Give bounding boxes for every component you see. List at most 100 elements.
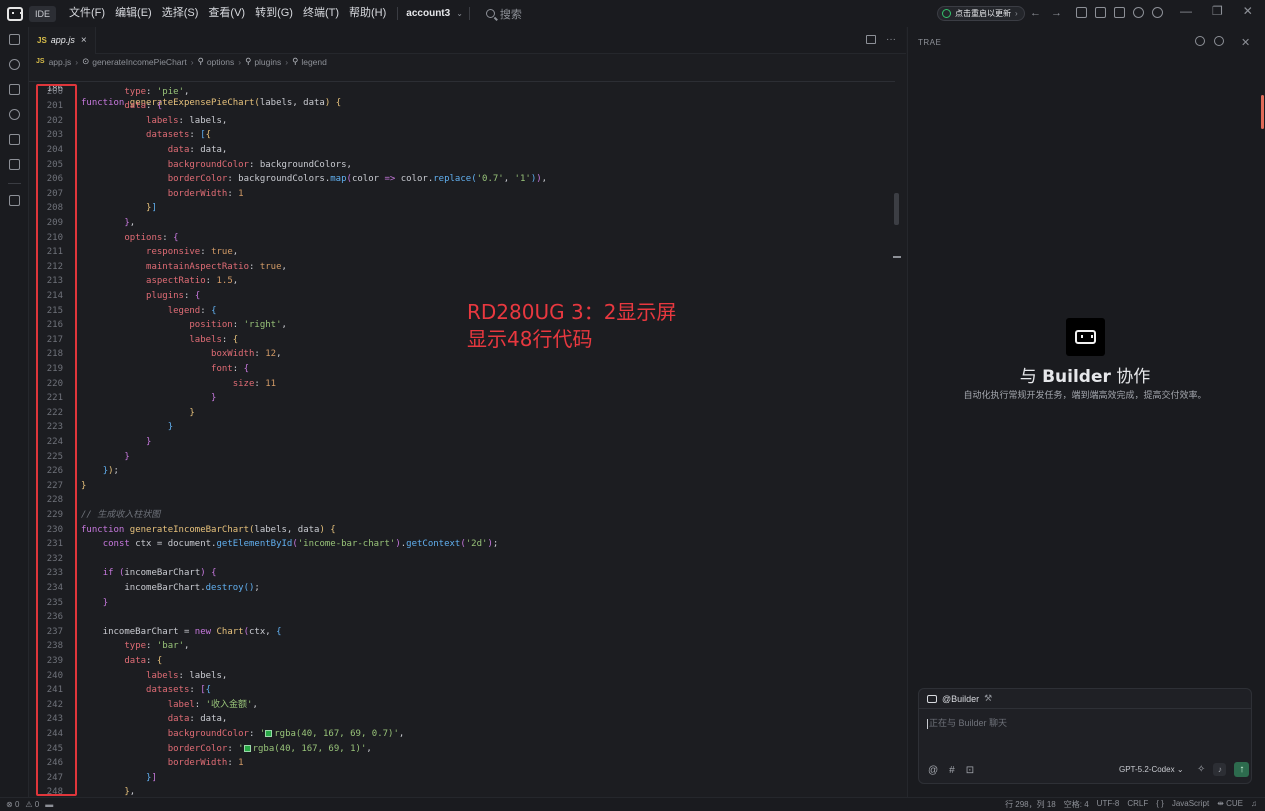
line-number: 222 bbox=[46, 407, 63, 418]
forward-arrow-icon[interactable]: → bbox=[1051, 7, 1062, 19]
menu-edit[interactable]: 编辑(E) bbox=[110, 0, 157, 27]
line-number: 201 bbox=[46, 101, 63, 112]
remote-icon[interactable] bbox=[9, 159, 20, 170]
preview-eye-icon[interactable] bbox=[9, 109, 20, 120]
source-control-icon[interactable] bbox=[9, 84, 20, 95]
color-swatch-icon[interactable] bbox=[265, 729, 273, 737]
line-number: 214 bbox=[46, 290, 63, 301]
close-panel-icon[interactable]: ✕ bbox=[1241, 36, 1250, 49]
breadcrumb-item[interactable]: plugins bbox=[254, 57, 281, 67]
code-line: legend: { bbox=[167, 305, 217, 316]
sticky-scroll-line[interactable]: 186 function generateExpensePieChart(lab… bbox=[29, 67, 895, 108]
back-arrow-icon[interactable]: ← bbox=[1030, 7, 1041, 19]
encoding[interactable]: UTF-8 bbox=[1097, 799, 1120, 810]
indentation[interactable]: 空格: 4 bbox=[1064, 799, 1089, 810]
account-icon[interactable] bbox=[1152, 7, 1163, 18]
cue-indicator[interactable]: ⇼ CUE bbox=[1217, 799, 1243, 810]
menu-view[interactable]: 查看(V) bbox=[203, 0, 250, 27]
notification-icon[interactable]: ▬ bbox=[45, 800, 53, 809]
line-number: 234 bbox=[46, 582, 63, 593]
color-swatch-icon[interactable] bbox=[243, 744, 251, 752]
language-mode[interactable]: JavaScript bbox=[1172, 799, 1209, 810]
status-bar: ⊗ 0 ⚠ 0 ▬ 行 298，列 18 空格: 4 UTF-8 CRLF { … bbox=[0, 797, 1265, 811]
line-number: 200 bbox=[46, 86, 63, 97]
ide-badge[interactable]: IDE bbox=[29, 5, 57, 22]
menu-goto[interactable]: 转到(G) bbox=[250, 0, 298, 27]
search-box[interactable]: 搜索 bbox=[485, 6, 522, 22]
code-line: borderWidth: 1 bbox=[167, 188, 244, 199]
line-number: 237 bbox=[46, 626, 63, 637]
code-line: } bbox=[146, 436, 152, 447]
line-number: 247 bbox=[46, 772, 63, 783]
bell-icon[interactable]: ♫ bbox=[1251, 799, 1257, 810]
minimize-icon[interactable]: — bbox=[1180, 4, 1192, 18]
activity-bar bbox=[0, 27, 28, 797]
code-line: labels: labels, bbox=[146, 115, 228, 126]
image-upload-icon[interactable]: ⊡ bbox=[966, 765, 974, 776]
line-number: 219 bbox=[46, 363, 63, 374]
debug-icon[interactable] bbox=[9, 134, 20, 145]
code-line: boxWidth: 12, bbox=[211, 349, 282, 360]
chat-agent-header[interactable]: @Builder ⚒ bbox=[919, 689, 1251, 709]
toggle-sidebar-icon[interactable] bbox=[1076, 7, 1087, 18]
breadcrumb-item[interactable]: legend bbox=[301, 57, 327, 67]
account-switcher[interactable]: account3 bbox=[406, 8, 450, 19]
breadcrumb-item[interactable]: generateIncomePieChart bbox=[92, 57, 187, 67]
code-line: }); bbox=[102, 466, 119, 477]
breadcrumb-item[interactable]: app.js bbox=[49, 57, 72, 67]
panel-scrollbar[interactable] bbox=[1261, 95, 1264, 129]
close-tab-icon[interactable]: × bbox=[81, 35, 87, 46]
send-button[interactable]: ↑ bbox=[1234, 762, 1250, 777]
search-files-icon[interactable] bbox=[9, 59, 20, 70]
toggle-secondary-sidebar-icon[interactable] bbox=[1114, 7, 1125, 18]
menu-terminal[interactable]: 终端(T) bbox=[298, 0, 344, 27]
editor-tabs: JS app.js × bbox=[29, 26, 906, 54]
agent-settings-icon[interactable]: ⚒ bbox=[984, 693, 992, 704]
menu-file[interactable]: 文件(F) bbox=[64, 0, 110, 27]
line-number: 205 bbox=[46, 159, 63, 170]
editor-scrollbar[interactable] bbox=[894, 193, 899, 225]
cursor-position[interactable]: 行 298，列 18 bbox=[1005, 799, 1056, 810]
code-line: size: 11 bbox=[232, 378, 277, 389]
line-number: 209 bbox=[46, 217, 63, 228]
new-chat-icon[interactable] bbox=[1195, 36, 1205, 46]
line-ending[interactable]: CRLF bbox=[1127, 799, 1148, 810]
restore-icon[interactable]: ❐ bbox=[1212, 4, 1223, 18]
close-window-icon[interactable]: ✕ bbox=[1243, 4, 1253, 18]
hashtag-icon[interactable]: # bbox=[949, 765, 955, 776]
chat-input[interactable]: 正在与 Builder 聊天 bbox=[927, 716, 1007, 729]
microphone-icon[interactable]: ♪ bbox=[1213, 763, 1227, 776]
braces-icon[interactable]: { } bbox=[1156, 799, 1164, 810]
menu-help[interactable]: 帮助(H) bbox=[344, 0, 391, 27]
history-icon[interactable] bbox=[1214, 36, 1224, 46]
split-editor-icon[interactable] bbox=[866, 35, 876, 44]
chevron-down-icon[interactable]: ⌄ bbox=[456, 9, 463, 18]
search-placeholder: 搜索 bbox=[499, 8, 522, 21]
breadcrumb-item[interactable]: options bbox=[207, 57, 234, 67]
toggle-panel-icon[interactable] bbox=[1095, 7, 1106, 18]
javascript-file-icon: JS bbox=[37, 35, 47, 45]
line-number: 206 bbox=[46, 174, 63, 185]
model-name: GPT-5.2-Codex bbox=[1119, 765, 1175, 774]
model-selector[interactable]: GPT-5.2-Codex ⌄ bbox=[1119, 765, 1184, 774]
code-line: borderWidth: 1 bbox=[167, 758, 244, 769]
search-icon bbox=[485, 9, 495, 18]
settings-gear-icon[interactable] bbox=[1133, 7, 1144, 18]
mention-icon[interactable]: @ bbox=[928, 765, 938, 776]
annotation-line: RD280UG 3：2显示屏 bbox=[467, 300, 677, 324]
extensions-icon[interactable] bbox=[9, 195, 20, 206]
more-actions-icon[interactable]: ··· bbox=[886, 34, 896, 45]
line-number: 215 bbox=[46, 305, 63, 316]
line-number: 221 bbox=[46, 393, 63, 404]
problems-indicator[interactable]: ⊗ 0 ⚠ 0 ▬ bbox=[6, 800, 53, 809]
explorer-icon[interactable] bbox=[9, 34, 20, 45]
restart-update-button[interactable]: 点击重启以更新 › bbox=[937, 6, 1025, 21]
warning-count: ⚠ 0 bbox=[25, 800, 40, 809]
code-editor[interactable]: 186 function generateExpensePieChart(lab… bbox=[29, 67, 907, 797]
ai-panel: TRAE ✕ 与 Builder 协作 自动化执行常规开发任务，端到端高效完成，… bbox=[907, 27, 1265, 797]
menu-selection[interactable]: 选择(S) bbox=[157, 0, 204, 27]
enhance-prompt-icon[interactable]: ✧ bbox=[1197, 764, 1205, 775]
line-number: 208 bbox=[46, 203, 63, 214]
line-number: 243 bbox=[46, 714, 63, 725]
tab-app-js[interactable]: JS app.js × bbox=[29, 26, 96, 54]
